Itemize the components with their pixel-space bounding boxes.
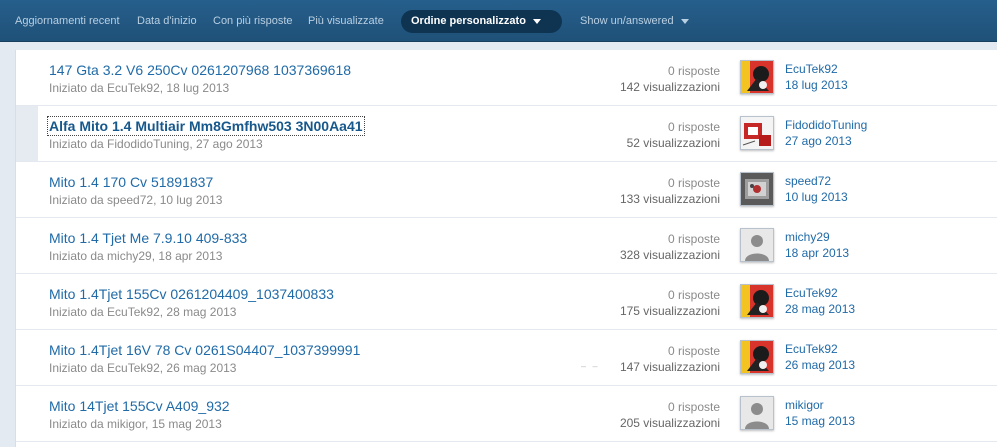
tab-recent-updates[interactable]: Aggiornamenti recent — [15, 0, 120, 41]
reply-count: 0 risposte — [667, 288, 720, 302]
reply-count: 0 risposte — [667, 176, 720, 190]
topic-row: 147 Gta 3.2 V6 250Cv 0261207968 10373696… — [16, 50, 997, 106]
topic-row: Mito 1.4Tjet 16V 78 Cv 0261S04407_103739… — [16, 330, 997, 386]
tab-custom-order-label: Ordine personalizzato — [411, 15, 526, 27]
tab-most-replies[interactable]: Con più risposte — [213, 0, 293, 41]
last-poster-link[interactable]: michy29 — [785, 230, 830, 244]
last-post-date[interactable]: 26 mag 2013 — [785, 358, 855, 372]
topic-title-link[interactable]: Mito 1.4Tjet 155Cv 0261204409_1037400833 — [49, 286, 334, 302]
topic-title-link[interactable]: Mito 1.4 170 Cv 51891837 — [49, 174, 213, 190]
row-highlight — [16, 106, 38, 161]
chevron-down-icon — [680, 18, 689, 24]
avatar[interactable] — [740, 60, 774, 94]
view-count: 52 visualizzazioni — [626, 136, 720, 150]
topic-started-by: Iniziato da FidodidoTuning, 27 ago 2013 — [49, 137, 263, 151]
topic-list: 147 Gta 3.2 V6 250Cv 0261207968 10373696… — [15, 50, 997, 447]
topic-row: Alfa Mito 1.4 Multiair Mm8Gmfhw503 3N00A… — [16, 106, 997, 162]
last-poster-link[interactable]: EcuTek92 — [785, 62, 838, 76]
topic-title-link[interactable]: Alfa Mito 1.4 Multiair Mm8Gmfhw503 3N00A… — [47, 116, 365, 136]
last-poster-link[interactable]: EcuTek92 — [785, 342, 838, 356]
topic-row: Mito 14Tjet 155Cv A409_932 Iniziato da m… — [16, 386, 997, 442]
divider: – – — [581, 361, 600, 371]
topic-title-link[interactable]: Mito 1.4 Tjet Me 7.9.10 409-833 — [49, 230, 247, 246]
reply-count: 0 risposte — [667, 400, 720, 414]
reply-count: 0 risposte — [667, 344, 720, 358]
avatar[interactable] — [740, 396, 774, 430]
avatar[interactable] — [740, 228, 774, 262]
last-poster-link[interactable]: EcuTek92 — [785, 286, 838, 300]
last-post-date[interactable]: 18 apr 2013 — [785, 246, 849, 260]
view-count: 142 visualizzazioni — [619, 80, 720, 94]
avatar[interactable] — [740, 116, 774, 150]
topic-started-by: Iniziato da EcuTek92, 28 mag 2013 — [49, 305, 237, 319]
last-post-date[interactable]: 10 lug 2013 — [785, 190, 848, 204]
view-count: 147 visualizzazioni — [619, 360, 720, 374]
last-post-date[interactable]: 15 mag 2013 — [785, 414, 855, 428]
topic-title-link[interactable]: Mito 1.4Tjet 16V 78 Cv 0261S04407_103739… — [49, 342, 360, 358]
topic-row: Mito 1.4 Tjet Me 7.9.10 409-833 Iniziato… — [16, 218, 997, 274]
topic-started-by: Iniziato da michy29, 18 apr 2013 — [49, 249, 223, 263]
tab-show-unanswered[interactable]: Show un/answered — [580, 0, 689, 41]
topic-row: Mito 1.4Tjet 155Cv 0261204409_1037400833… — [16, 274, 997, 330]
view-count: 175 visualizzazioni — [619, 304, 720, 318]
tab-show-unanswered-label: Show un/answered — [580, 15, 674, 27]
last-post-date[interactable]: 28 mag 2013 — [785, 302, 855, 316]
topic-started-by: Iniziato da speed72, 10 lug 2013 — [49, 193, 223, 207]
view-count: 205 visualizzazioni — [619, 416, 720, 430]
reply-count: 0 risposte — [667, 232, 720, 246]
avatar[interactable] — [740, 284, 774, 318]
chevron-down-icon — [532, 18, 541, 24]
last-post-date[interactable]: 18 lug 2013 — [785, 78, 848, 92]
last-poster-link[interactable]: FidodidoTuning — [785, 118, 867, 132]
last-poster-link[interactable]: speed72 — [785, 174, 831, 188]
tab-start-date[interactable]: Data d'inizio — [137, 0, 197, 41]
avatar[interactable] — [740, 172, 774, 206]
topic-started-by: Iniziato da EcuTek92, 26 mag 2013 — [49, 361, 237, 375]
tab-most-viewed[interactable]: Più visualizzate — [308, 0, 384, 41]
view-count: 328 visualizzazioni — [619, 248, 720, 262]
topic-started-by: Iniziato da EcuTek92, 18 lug 2013 — [49, 81, 230, 95]
reply-count: 0 risposte — [667, 64, 720, 78]
topic-started-by: Iniziato da mikigor, 15 mag 2013 — [49, 417, 222, 431]
topic-row: Mito 1.4 170 Cv 51891837 Iniziato da spe… — [16, 162, 997, 218]
sort-tab-bar: Aggiornamenti recent Data d'inizio Con p… — [0, 0, 997, 42]
reply-count: 0 risposte — [667, 120, 720, 134]
tab-custom-order[interactable]: Ordine personalizzato — [401, 10, 562, 33]
view-count: 133 visualizzazioni — [619, 192, 720, 206]
topic-title-link[interactable]: Mito 14Tjet 155Cv A409_932 — [49, 398, 230, 414]
last-post-date[interactable]: 27 ago 2013 — [785, 134, 852, 148]
last-poster-link[interactable]: mikigor — [785, 398, 824, 412]
topic-title-link[interactable]: 147 Gta 3.2 V6 250Cv 0261207968 10373696… — [49, 62, 351, 78]
avatar[interactable] — [740, 340, 774, 374]
